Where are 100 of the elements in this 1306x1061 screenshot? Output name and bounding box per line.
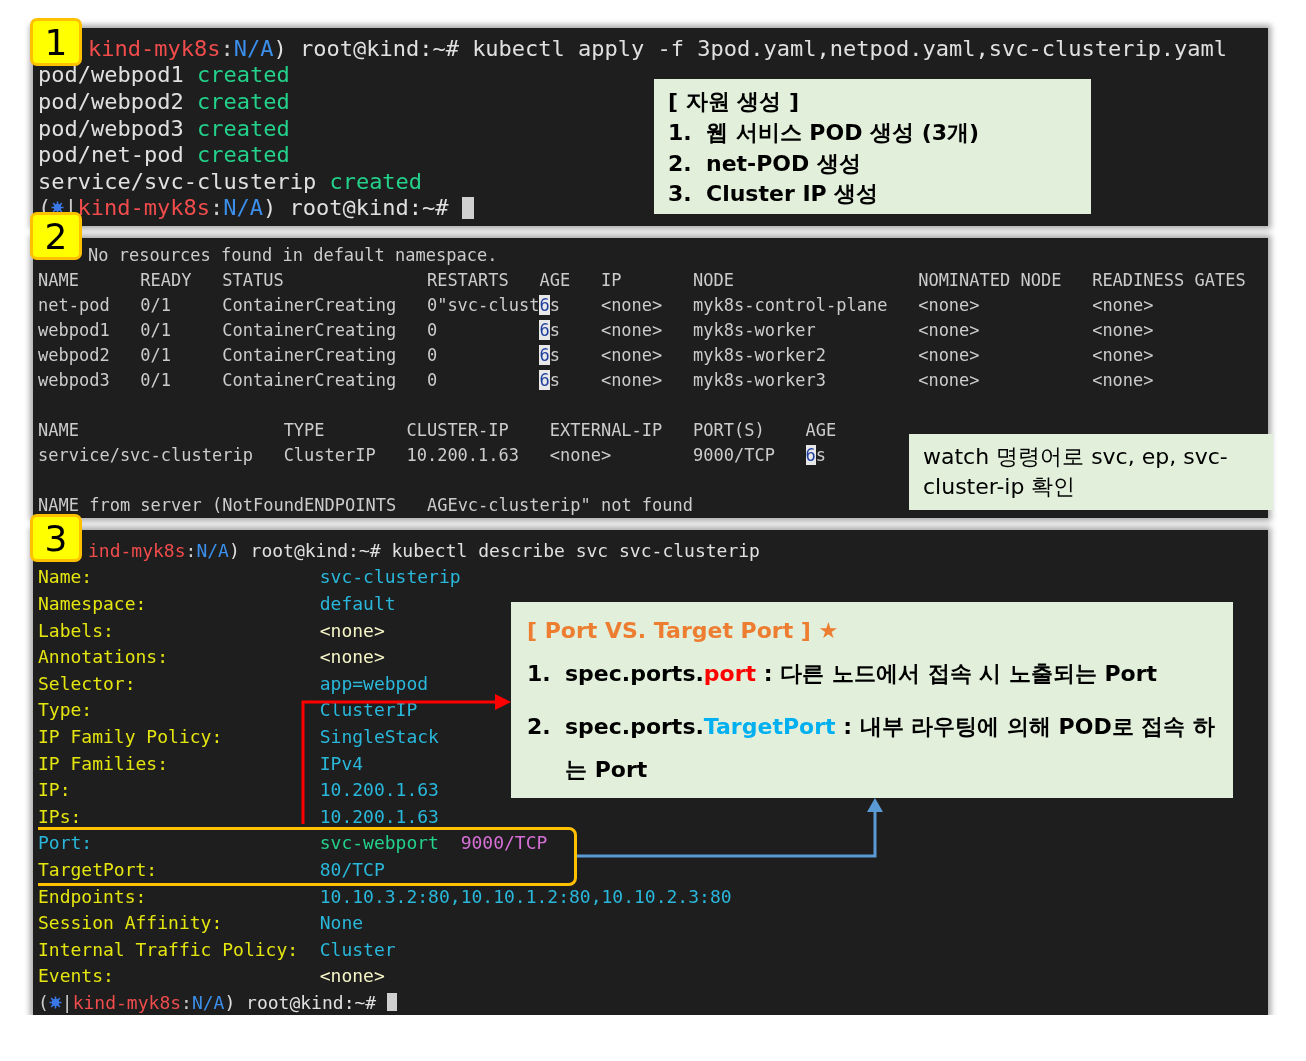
table-cell-text: 0/1 <box>140 294 173 315</box>
step-badge: 3 <box>30 514 82 562</box>
column-header: NOMINATED NODE <box>918 269 1063 290</box>
field-value: 10.10.3.2:80,10.10.1.2:80,10.10.2.3:80 <box>319 885 732 907</box>
note-text: 웹 서비스 POD 생성 (3개) <box>706 119 981 147</box>
field-value: <none> <box>319 965 385 987</box>
field-key: Labels: <box>38 619 320 641</box>
namespace-label: N/A <box>233 35 274 61</box>
status-text: created <box>329 168 423 194</box>
field-key: Events: <box>38 965 320 987</box>
field-key: IP: <box>38 779 320 801</box>
table-cell: 0"svc-clust <box>426 294 540 315</box>
prompt-colon: : <box>185 539 197 561</box>
field-value: svc-webport <box>319 832 439 854</box>
table-cell-text: ContainerCreating <box>222 319 398 340</box>
table-cell-text: ContainerCreating <box>222 369 398 390</box>
column-header: EXTERNAL-IP <box>549 419 664 440</box>
column-header: CLUSTER-IP <box>406 419 510 440</box>
list-number: 3. <box>668 180 693 209</box>
prompt-user: ) root@kind:~# <box>224 991 377 1013</box>
column-header: READY <box>140 269 193 290</box>
field-value: <none> <box>319 646 385 668</box>
table-cell-text: 6s <box>539 319 561 340</box>
namespace-label: N/A <box>196 539 229 561</box>
note-title: [ 자원 생성 ] <box>668 88 801 116</box>
note-text: spec.ports.TargetPort : 내부 라우팅에 의해 POD로 접속 하는 Port <box>565 712 1216 784</box>
output-text: NAME from server (NotFoundENDPOINTS AGEvc-clusterip" not found <box>38 494 694 515</box>
prompt-colon: : <box>181 991 192 1013</box>
field-key: Annotations: <box>38 646 320 668</box>
field-key: IP Families: <box>38 752 320 774</box>
table-cell-text: myk8s-worker2 <box>693 344 828 365</box>
field-value: svc-clusterip <box>319 566 461 588</box>
note-text: watch 명령어로 svc, ep, svc-cluster-ip 확인 <box>923 443 1229 501</box>
resource-name: service/svc-clusterip <box>38 168 317 194</box>
list-number: 2. <box>527 712 552 741</box>
table-cell-text: <none> <box>549 444 613 465</box>
helm-wheel-icon <box>48 995 62 1009</box>
resource-name: pod/net-pod <box>38 142 184 168</box>
table-cell-text: <none> <box>600 344 664 365</box>
resource-name: pod/webpod3 <box>38 115 184 141</box>
table-cell-text: <none> <box>1092 319 1155 340</box>
field-value: IPv4 <box>319 752 364 774</box>
table-cell-text: myk8s-worker <box>693 319 817 340</box>
column-header: PORT(S) <box>693 419 766 440</box>
field-value: 80/TCP <box>319 858 385 880</box>
status-text: created <box>196 142 290 168</box>
namespace-label: N/A <box>191 991 225 1013</box>
column-header: NODE <box>693 269 735 290</box>
table-cell-text: 0 <box>426 344 439 365</box>
table-cell-text: <none> <box>918 344 981 365</box>
field-value: default <box>319 593 396 614</box>
cluster-context: ind-myk8s <box>88 539 186 561</box>
resource-name: pod/webpod2 <box>38 89 184 114</box>
field-key: Name: <box>38 566 320 588</box>
prompt-colon: : <box>209 195 224 221</box>
field-key: IP Family Policy: <box>38 725 320 747</box>
field-value: <none> <box>319 619 385 641</box>
table-cell-text: <none> <box>600 294 664 315</box>
table-cell-text: webpod3 <box>38 369 111 390</box>
prompt-user: ) root@kind:~# <box>262 195 449 221</box>
prompt-bracket: ( <box>38 991 49 1013</box>
field-value: SingleStack <box>319 725 439 747</box>
table-cell-text: ClusterIP <box>283 444 377 465</box>
table-cell-text: <none> <box>918 319 981 340</box>
table-cell-text: 0/1 <box>140 369 173 390</box>
field-key: IPs: <box>38 805 320 827</box>
prompt-user: ) root@kind:~# <box>273 35 459 61</box>
table-cell-text: 6s <box>539 294 561 315</box>
field-value: 10.200.1.63 <box>319 779 439 801</box>
table-cell-text: myk8s-worker3 <box>693 369 828 390</box>
table-cell-text: 9000/TCP <box>693 444 776 465</box>
column-header: STATUS <box>222 269 285 290</box>
status-text: created <box>196 89 290 114</box>
field-key: Type: <box>38 699 320 721</box>
table-cell-text: 0 <box>426 369 439 390</box>
column-header: NAME <box>38 269 80 290</box>
table-cell-text: <none> <box>1092 294 1155 315</box>
table-cell-text: <none> <box>1092 344 1155 365</box>
field-key: TargetPort: <box>38 858 320 880</box>
field-key: Selector: <box>38 672 320 694</box>
column-header: AGE <box>805 419 838 440</box>
field-value: None <box>319 912 364 934</box>
column-header: READINESS GATES <box>1092 269 1246 290</box>
cluster-context: kind-myk8s <box>72 991 182 1013</box>
column-header: TYPE <box>283 419 326 440</box>
output-text: No resources found in default namespace. <box>88 244 498 265</box>
field-key: Port: <box>38 832 320 854</box>
field-key: Endpoints: <box>38 885 320 907</box>
note-title: [ Port VS. Target Port ] ★ <box>527 618 840 643</box>
note-text: Cluster IP 생성 <box>706 180 880 209</box>
table-cell-text: 6s <box>539 344 561 365</box>
namespace-label: N/A <box>223 195 263 221</box>
table-cell-text: myk8s-control-plane <box>693 294 889 315</box>
note-text: net-POD 생성 <box>706 149 862 178</box>
table-cell-text: service/svc-clusterip <box>38 444 254 465</box>
command-text: kubectl apply -f 3pod.yaml,netpod.yaml,svc-clusterip.yaml <box>472 35 1228 61</box>
field-value: 9000/TCP <box>460 832 548 854</box>
status-text: created <box>196 62 290 88</box>
table-cell-text: 6s <box>539 369 561 390</box>
table-cell-text: webpod1 <box>38 319 111 340</box>
